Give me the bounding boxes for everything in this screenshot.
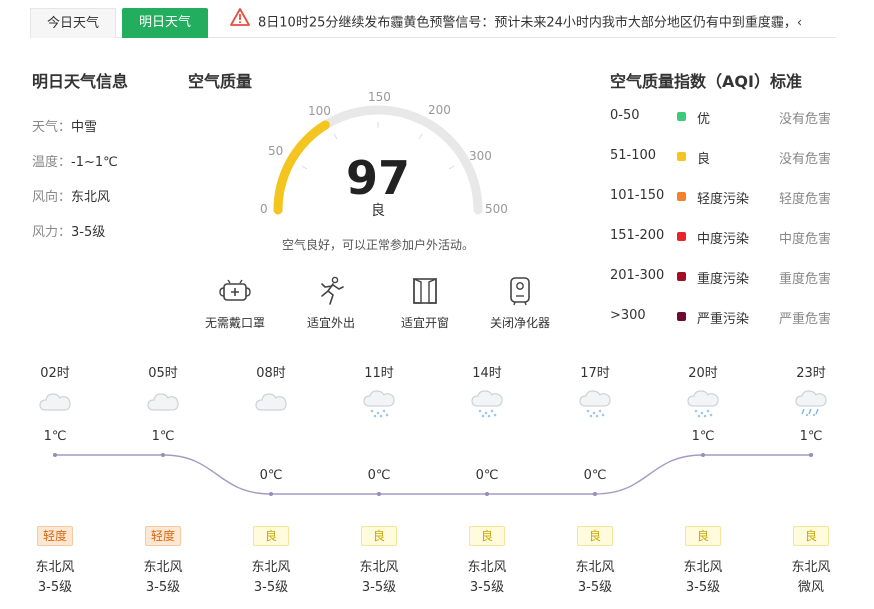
temperature-point: [269, 492, 273, 496]
hour-time-label: 02时: [40, 366, 70, 381]
cloudy-icon: [254, 388, 288, 418]
hour-temperature: 1℃: [691, 429, 715, 444]
temperature-point: [701, 453, 705, 457]
snow-icon: [362, 388, 396, 422]
hour-wind-power: 3-5级: [361, 580, 397, 595]
hour-time-label: 11时: [364, 366, 394, 381]
temperature-point: [809, 453, 813, 457]
hour-time: 02时: [25, 362, 85, 381]
hour-wind-direction: 东北风: [683, 560, 723, 575]
hour-wind-direction: 东北风: [467, 560, 507, 575]
hour-time-label: 14时: [472, 366, 502, 381]
hour-time: 17时: [565, 362, 625, 381]
temperature-points: [53, 453, 813, 496]
hour-time: 20时: [673, 362, 733, 381]
temperature-curve: [53, 453, 813, 496]
cloudy-icon: [38, 388, 72, 418]
hour-aqi-badge: 轻度: [37, 526, 73, 546]
temperature-point: [161, 453, 165, 457]
hour-wind-power: 3-5级: [253, 580, 289, 595]
hour-wind-direction: 东北风: [575, 560, 615, 575]
hour-wind-power: 3-5级: [469, 580, 505, 595]
hour-time: 11时: [349, 362, 409, 381]
hour-wind-direction: 东北风: [35, 560, 75, 575]
hour-wind-power: 微风: [797, 580, 824, 595]
hour-temperature: 0℃: [583, 468, 607, 483]
hour-wind-power: 3-5级: [577, 580, 613, 595]
hour-wind-power: 3-5级: [37, 580, 73, 595]
cloudy-icon: [146, 388, 180, 418]
hour-temperature: 1℃: [151, 429, 175, 444]
hour-time-label: 23时: [796, 366, 826, 381]
sleet-icon: [794, 388, 828, 422]
hour-wind-direction: 东北风: [251, 560, 291, 575]
hour-wind-power: 3-5级: [685, 580, 721, 595]
temperature-point: [377, 492, 381, 496]
hour-temperature: 1℃: [799, 429, 823, 444]
hour-aqi-badge: 良: [685, 526, 721, 546]
temperature-point: [53, 453, 57, 457]
hour-aqi-badge: 轻度: [145, 526, 181, 546]
hour-temperature: 0℃: [475, 468, 499, 483]
hour-aqi-badge: 良: [469, 526, 505, 546]
temperature-point: [485, 492, 489, 496]
snow-icon: [470, 388, 504, 422]
hour-time: 05时: [133, 362, 193, 381]
hour-temperature: 0℃: [259, 468, 283, 483]
hour-wind-direction: 东北风: [143, 560, 183, 575]
hour-time-label: 20时: [688, 366, 718, 381]
hour-time: 14时: [457, 362, 517, 381]
snow-icon: [578, 388, 612, 422]
hour-wind-direction: 东北风: [791, 560, 831, 575]
hour-aqi-badge: 良: [577, 526, 613, 546]
hour-time-label: 17时: [580, 366, 610, 381]
hour-wind-power: 3-5级: [145, 580, 181, 595]
hour-aqi-badge: 良: [793, 526, 829, 546]
hour-wind-direction: 东北风: [359, 560, 399, 575]
hour-temperature: 0℃: [367, 468, 391, 483]
snow-icon: [686, 388, 720, 422]
hour-time: 23时: [781, 362, 841, 381]
hour-time: 08时: [241, 362, 301, 381]
hour-aqi-badge: 良: [361, 526, 397, 546]
hour-time-label: 05时: [148, 366, 178, 381]
temperature-line: [54, 454, 811, 495]
temperature-point: [593, 492, 597, 496]
hour-time-label: 08时: [256, 366, 286, 381]
hour-aqi-badge: 良: [253, 526, 289, 546]
hour-temperature: 1℃: [43, 429, 67, 444]
